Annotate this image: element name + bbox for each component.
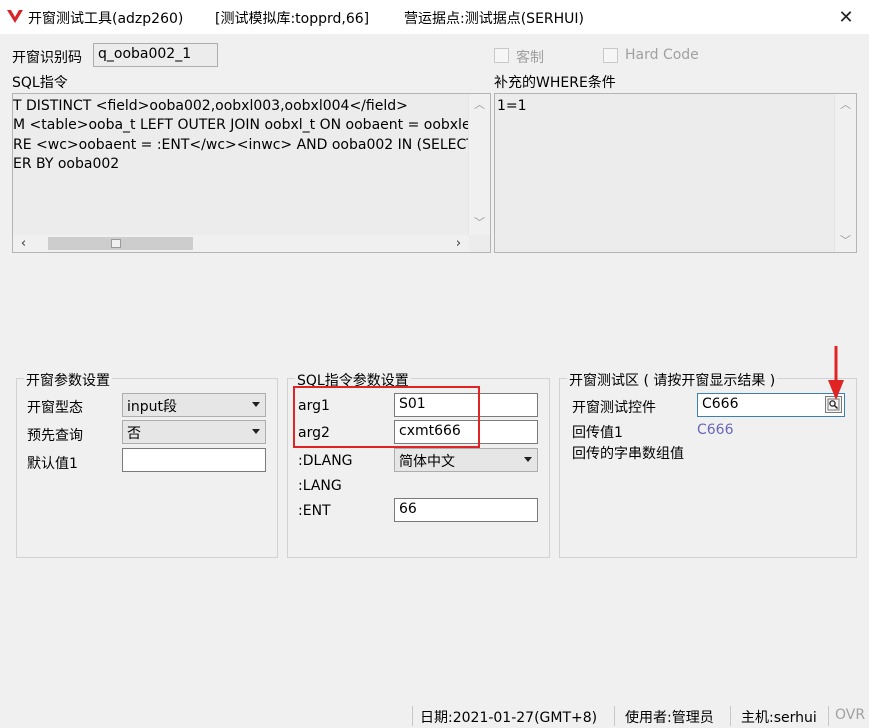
sql-label: SQL指令 (12, 75, 68, 91)
custom-checkbox[interactable] (494, 48, 509, 63)
lang-label: :LANG (298, 478, 342, 494)
status-host: 主机:serhui (741, 710, 817, 726)
default-value-input[interactable] (122, 448, 266, 472)
window-type-select[interactable]: input段 (122, 393, 266, 417)
sql-line: M <table>ooba_t LEFT OUTER JOIN oobxl_t … (13, 117, 485, 133)
hardcode-label: Hard Code (625, 47, 699, 63)
window-id-label: 开窗识别码 (12, 50, 82, 66)
window-type-label: 开窗型态 (27, 400, 83, 416)
status-date: 日期:2021-01-27(GMT+8) (420, 710, 598, 726)
where-value: 1=1 (497, 98, 527, 114)
status-ovr: OVR (835, 707, 866, 723)
window-id-input[interactable]: q_ooba002_1 (93, 43, 218, 67)
window-params-title: 开窗参数设置 (24, 370, 112, 390)
sql-horizontal-scrollbar[interactable]: ‹ › (13, 235, 469, 252)
scroll-up-icon[interactable]: ︿ (837, 96, 854, 113)
return1-label: 回传值1 (572, 425, 623, 441)
test-control-input[interactable]: C666 (697, 393, 845, 417)
chevron-down-icon (524, 457, 532, 462)
scroll-right-icon[interactable]: › (450, 235, 467, 252)
sql-line: ER BY ooba002 (13, 156, 120, 172)
sql-line: T DISTINCT <field>ooba002,oobxl003,oobxl… (13, 98, 408, 114)
window-title: 开窗测试工具(adzp260) (28, 11, 184, 27)
chevron-down-icon (252, 429, 260, 434)
highlight-box (293, 386, 480, 448)
app-logo-icon (7, 10, 23, 23)
sql-textarea[interactable]: T DISTINCT <field>ooba002,oobxl003,oobxl… (12, 93, 491, 253)
test-area-title: 开窗测试区 ( 请按开窗显示结果 ) (567, 370, 778, 390)
db-info: [测试模拟库:topprd,66] (215, 11, 370, 27)
scroll-down-icon[interactable]: ﹀ (837, 232, 854, 249)
chevron-down-icon (252, 402, 260, 407)
dlang-select[interactable]: 简体中文 (394, 448, 538, 472)
where-textarea[interactable]: 1=1 ︿ ﹀ (494, 93, 857, 253)
site-info: 营运据点:测试据点(SERHUI) (404, 11, 585, 27)
close-button[interactable]: ✕ (823, 0, 869, 34)
scroll-thumb[interactable] (48, 237, 193, 250)
return-array-label: 回传的字串数组值 (572, 446, 684, 462)
prequery-select[interactable]: 否 (122, 420, 266, 444)
hardcode-checkbox[interactable] (603, 48, 618, 63)
where-label: 补充的WHERE条件 (494, 75, 616, 91)
status-user: 使用者:管理员 (625, 710, 714, 726)
custom-label: 客制 (516, 50, 544, 66)
prequery-value: 否 (127, 426, 141, 442)
scroll-down-icon[interactable]: ﹀ (471, 214, 488, 231)
dlang-value: 简体中文 (399, 454, 455, 470)
return1-value: C666 (697, 422, 734, 438)
close-icon: ✕ (838, 6, 854, 28)
default-value-label: 默认值1 (27, 456, 78, 472)
scroll-left-icon[interactable]: ‹ (15, 235, 32, 252)
dlang-label: :DLANG (298, 453, 353, 469)
red-arrow-icon (828, 346, 844, 400)
ent-input[interactable]: 66 (394, 498, 538, 522)
ent-label: :ENT (298, 503, 331, 519)
test-control-label: 开窗测试控件 (572, 400, 656, 416)
window-type-value: input段 (127, 399, 178, 415)
sql-vertical-scrollbar[interactable]: ︿ ﹀ (468, 94, 490, 235)
prequery-label: 预先查询 (27, 428, 83, 444)
scroll-up-icon[interactable]: ︿ (471, 96, 488, 113)
where-vertical-scrollbar[interactable]: ︿ ﹀ (834, 94, 856, 252)
title-bar: 开窗测试工具(adzp260) [测试模拟库:topprd,66] 营运据点:测… (0, 0, 869, 34)
sql-line: RE <wc>oobaent = :ENT</wc><inwc> AND oob… (13, 137, 475, 153)
test-control-value: C666 (702, 396, 739, 412)
